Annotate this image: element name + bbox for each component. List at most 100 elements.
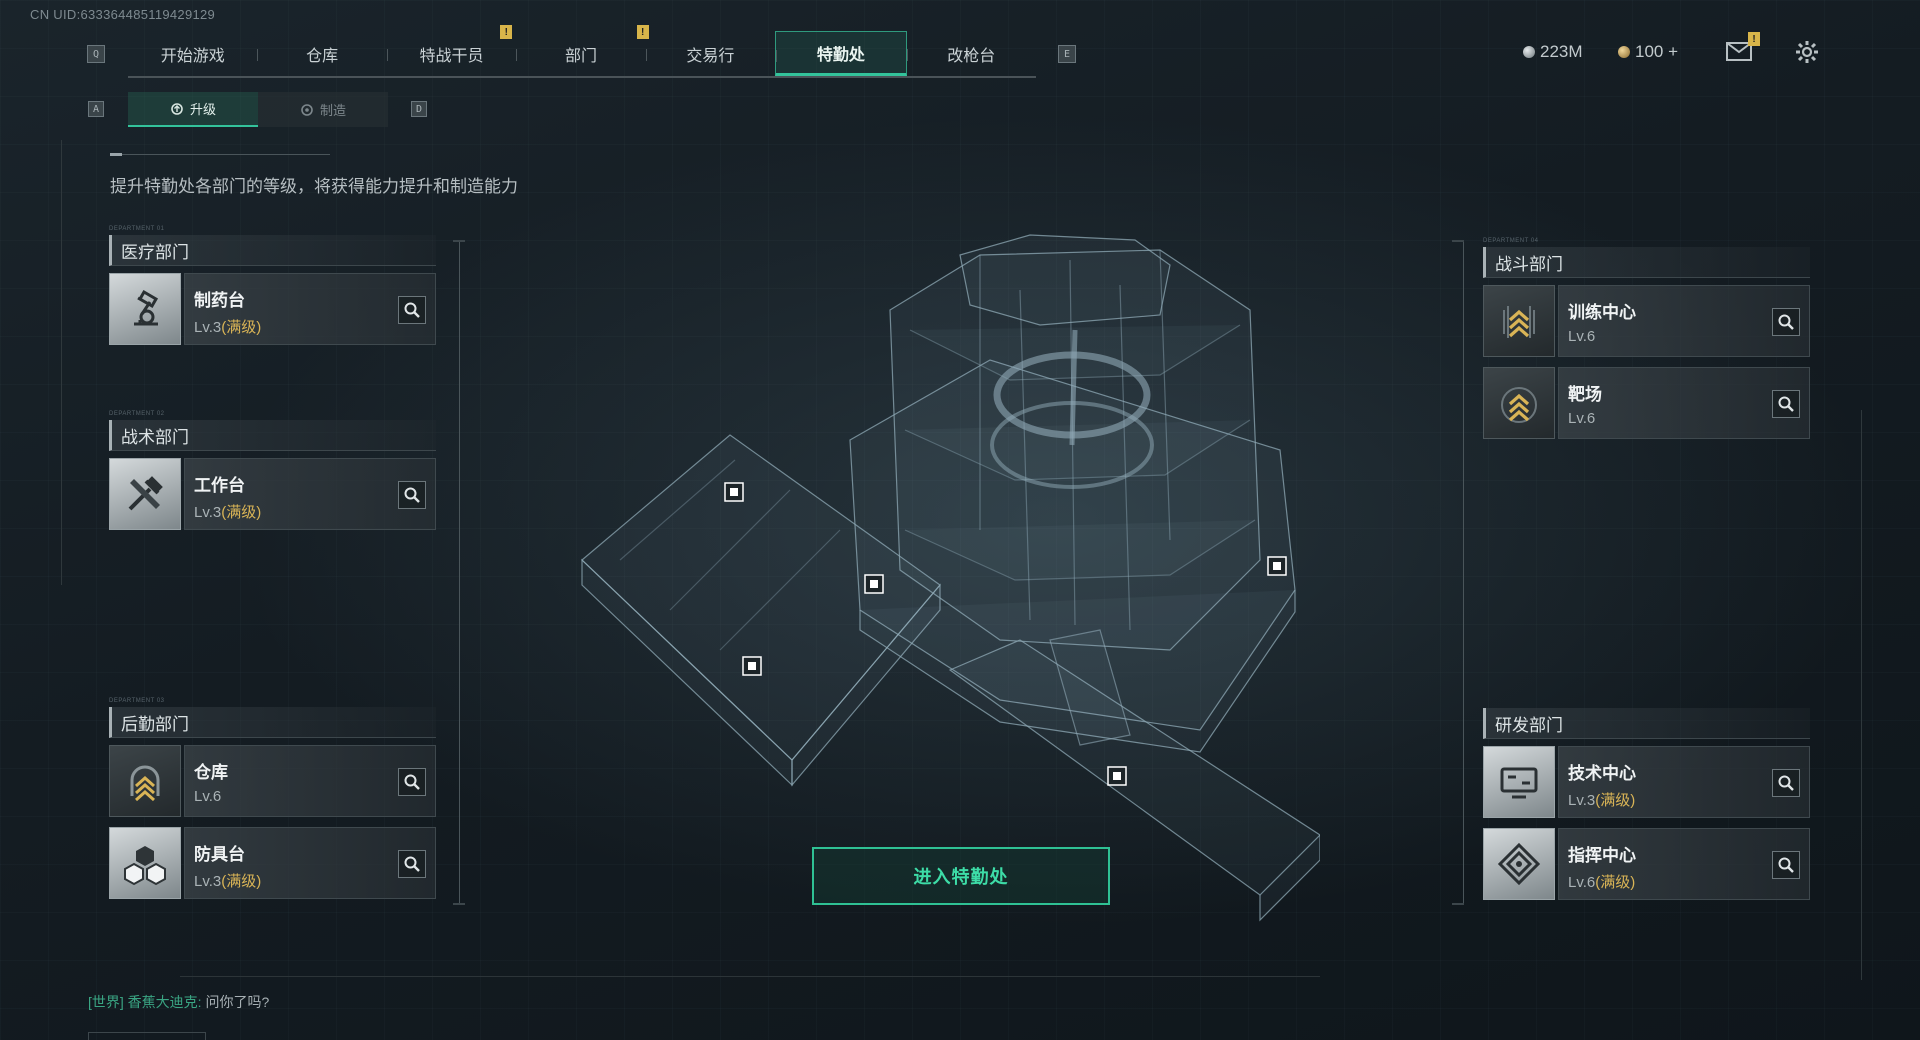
tab-alert-badge: !: [636, 25, 649, 39]
upgrade-icon: [171, 102, 183, 115]
facility-info: 训练中心 Lv.6: [1558, 285, 1810, 357]
inspect-button[interactable]: [398, 850, 426, 878]
facility-command-center[interactable]: 指挥中心 Lv.6(满级): [1483, 828, 1810, 900]
department-medical: DEPARTMENT 01 医疗部门 制药台 Lv.3(满级): [109, 226, 436, 355]
facility-shooting-range[interactable]: 靶场 Lv.6: [1483, 367, 1810, 439]
mail-button[interactable]: !: [1726, 32, 1760, 61]
gold-coin-icon: [1618, 46, 1630, 58]
inspect-button[interactable]: [398, 481, 426, 509]
tab-departments[interactable]: 部门: [516, 31, 645, 76]
subtab-label: 升级: [189, 102, 216, 117]
tab-alert-badge: !: [500, 25, 513, 39]
frame-bracket-right: [1463, 240, 1464, 905]
level-value: Lv.3: [194, 873, 222, 890]
subtab-upgrade[interactable]: 升级: [128, 92, 258, 127]
max-level-tag: (满级): [221, 504, 262, 521]
gear-icon: [1796, 41, 1818, 63]
max-level-tag: (满级): [1595, 792, 1636, 809]
frame-guide-line: [61, 140, 62, 585]
inspect-button[interactable]: [398, 768, 426, 796]
facility-info: 制药台 Lv.3(满级): [184, 273, 436, 345]
subtab-prev-key-hint: A: [88, 101, 104, 117]
command-emblem-icon: [1483, 828, 1555, 900]
level-value: Lv.3: [1568, 792, 1596, 809]
base-wireframe-model[interactable]: [560, 230, 1320, 930]
level-value: Lv.6: [1568, 874, 1596, 891]
page-description: 提升特勤处各部门的等级，将获得能力提升和制造能力: [110, 177, 518, 196]
tab-exchange[interactable]: 交易行!: [636, 25, 775, 76]
monitor-icon: [1483, 746, 1555, 818]
search-icon: [404, 774, 420, 790]
bottom-guide-line: [180, 976, 1320, 977]
tab-warehouse[interactable]: 仓库: [257, 31, 386, 76]
top-nav: 开始游戏 仓库 特战干员! 部门 交易行! 特勤处 改枪台: [128, 25, 1036, 78]
chat-text: 问你了吗?: [205, 994, 270, 1010]
tab-label: 开始游戏: [160, 47, 225, 65]
search-icon: [1778, 314, 1794, 330]
tab-label: 特战干员: [419, 47, 484, 65]
facility-workbench[interactable]: 工作台 Lv.3(满级): [109, 458, 436, 530]
search-icon: [404, 487, 420, 503]
facility-info: 靶场 Lv.6: [1558, 367, 1810, 439]
frame-tick: [1452, 903, 1464, 905]
tab-operators[interactable]: 特战干员!: [386, 25, 516, 76]
search-icon: [404, 302, 420, 318]
subtab-next-key-hint: D: [411, 101, 427, 117]
rank-chevron-icon: [109, 745, 181, 817]
department-tag: DEPARTMENT 01: [109, 226, 165, 232]
subtab-craft[interactable]: 制造: [258, 92, 388, 127]
department-logistics: DEPARTMENT 03 后勤部门 仓库 Lv.6 防具台 Lv.3(满级): [109, 698, 436, 909]
facility-info: 仓库 Lv.6: [184, 745, 436, 817]
cubes-icon: [109, 827, 181, 899]
facility-info: 工作台 Lv.3(满级): [184, 458, 436, 530]
max-level-tag: (满级): [221, 319, 262, 336]
target-chevron-icon: [1483, 367, 1555, 439]
inspect-button[interactable]: [1772, 308, 1800, 336]
subtab-label: 制造: [319, 103, 346, 118]
rank-chevron-icon: [1483, 285, 1555, 357]
facility-info: 防具台 Lv.3(满级): [184, 827, 436, 899]
settings-button[interactable]: [1795, 40, 1819, 69]
tab-start-game[interactable]: 开始游戏: [128, 31, 257, 76]
chat-input-box[interactable]: [88, 1032, 206, 1040]
tab-label: 交易行: [686, 47, 735, 65]
department-tag: DEPARTMENT 03: [109, 698, 165, 704]
max-level-tag: (满级): [221, 873, 262, 890]
frame-guide-line: [1861, 410, 1862, 980]
tab-gunsmith[interactable]: 改枪台: [906, 31, 1036, 76]
player-uid: CN UID:633364485119429129: [30, 7, 216, 22]
department-title: 战斗部门: [1483, 247, 1810, 278]
inspect-button[interactable]: [1772, 769, 1800, 797]
mail-alert-badge: !: [1748, 32, 1760, 46]
search-icon: [1778, 857, 1794, 873]
department-title: 研发部门: [1483, 708, 1810, 739]
inspect-button[interactable]: [1772, 851, 1800, 879]
department-title: 医疗部门: [109, 235, 436, 266]
facility-armor-bench[interactable]: 防具台 Lv.3(满级): [109, 827, 436, 899]
chat-message[interactable]: [世界] 香蕉大迪克: 问你了吗?: [88, 992, 269, 1012]
inspect-button[interactable]: [1772, 390, 1800, 418]
department-title: 后勤部门: [109, 707, 436, 738]
level-value: Lv.6: [1568, 328, 1596, 345]
facility-warehouse[interactable]: 仓库 Lv.6: [109, 745, 436, 817]
currency-amount: 223M: [1540, 42, 1583, 61]
frame-tick: [453, 903, 465, 905]
coin-display[interactable]: 100 +: [1618, 42, 1678, 62]
tab-special-ops[interactable]: 特勤处: [775, 31, 907, 76]
facility-tech-center[interactable]: 技术中心 Lv.3(满级): [1483, 746, 1810, 818]
facility-pharmacy[interactable]: 制药台 Lv.3(满级): [109, 273, 436, 345]
coin-amount: 100 +: [1635, 42, 1679, 61]
chat-channel: [世界]: [88, 994, 124, 1010]
level-value: Lv.3: [194, 319, 222, 336]
enter-special-ops-button[interactable]: 进入特勤处: [812, 847, 1110, 905]
department-tactical: DEPARTMENT 02 战术部门 工作台 Lv.3(满级): [109, 411, 436, 540]
facility-training-center[interactable]: 训练中心 Lv.6: [1483, 285, 1810, 357]
inspect-button[interactable]: [398, 296, 426, 324]
department-research: 研发部门 技术中心 Lv.3(满级) 指挥中心 Lv.6(满级): [1483, 708, 1810, 910]
currency-display[interactable]: 223M: [1523, 42, 1583, 62]
facility-info: 技术中心 Lv.3(满级): [1558, 746, 1810, 818]
department-tag: DEPARTMENT 02: [109, 411, 165, 417]
nav-prev-key-hint: Q: [87, 45, 105, 63]
chat-sender: 香蕉大迪克:: [127, 994, 202, 1010]
silver-coin-icon: [1523, 46, 1535, 58]
